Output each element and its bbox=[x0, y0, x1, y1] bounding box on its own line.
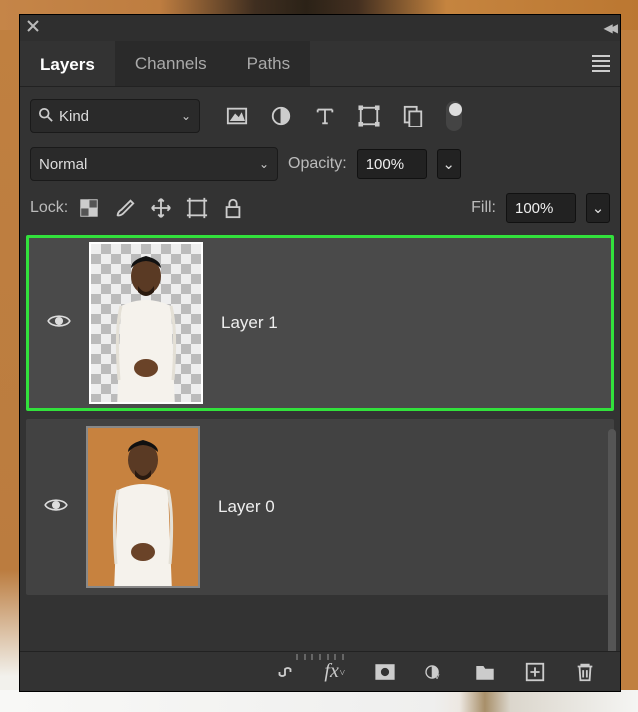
blend-mode-dropdown[interactable]: Normal ⌄ bbox=[30, 147, 278, 181]
layer-name: Layer 1 bbox=[221, 313, 278, 333]
adjustment-layer-icon[interactable]: ˅ bbox=[424, 661, 446, 683]
panel-menu-icon[interactable] bbox=[592, 55, 610, 72]
group-icon[interactable] bbox=[474, 661, 496, 683]
link-layers-icon[interactable] bbox=[274, 661, 296, 683]
fill-stepper[interactable]: ⌄ bbox=[586, 193, 610, 223]
trash-icon[interactable] bbox=[574, 661, 596, 683]
filter-kind-dropdown[interactable]: Kind ⌄ bbox=[30, 99, 200, 133]
tab-paths[interactable]: Paths bbox=[227, 41, 310, 86]
new-layer-icon[interactable] bbox=[524, 661, 546, 683]
blend-mode-value: Normal bbox=[39, 156, 87, 173]
chevron-down-icon: ⌄ bbox=[259, 157, 269, 171]
filter-shape-icon[interactable] bbox=[358, 105, 380, 127]
search-icon bbox=[39, 108, 53, 125]
opacity-label: Opacity: bbox=[288, 155, 347, 173]
filter-pixel-icon[interactable] bbox=[226, 105, 248, 127]
collapse-icon[interactable]: ◀◀ bbox=[604, 21, 614, 35]
fill-input[interactable]: 100% bbox=[506, 193, 576, 223]
layer-thumbnail[interactable] bbox=[86, 426, 200, 588]
filter-kind-label: Kind bbox=[59, 108, 89, 125]
close-icon[interactable] bbox=[26, 19, 40, 37]
fill-label: Fill: bbox=[471, 199, 496, 217]
tab-layers[interactable]: Layers bbox=[20, 41, 115, 86]
lock-label: Lock: bbox=[30, 199, 68, 217]
layer-thumbnail[interactable] bbox=[89, 242, 203, 404]
opacity-stepper[interactable]: ⌄ bbox=[437, 149, 461, 179]
layer-row[interactable]: Layer 1 bbox=[26, 235, 614, 411]
lock-transparent-icon[interactable] bbox=[78, 197, 100, 219]
visibility-toggle-icon[interactable] bbox=[43, 492, 69, 522]
layers-panel: ◀◀ Layers Channels Paths Kind ⌄ bbox=[19, 14, 621, 692]
layer-row[interactable]: Layer 0 bbox=[26, 419, 614, 595]
layer-mask-icon[interactable] bbox=[374, 661, 396, 683]
filter-smart-icon[interactable] bbox=[402, 105, 424, 127]
filter-type-icon[interactable] bbox=[314, 105, 336, 127]
lock-position-icon[interactable] bbox=[150, 197, 172, 219]
lock-brush-icon[interactable] bbox=[114, 197, 136, 219]
lock-artboard-icon[interactable] bbox=[186, 197, 208, 219]
tab-channels[interactable]: Channels bbox=[115, 41, 227, 86]
layer-fx-icon[interactable]: fx˅ bbox=[324, 661, 346, 683]
chevron-down-icon: ⌄ bbox=[181, 109, 191, 123]
filter-toggle[interactable] bbox=[446, 101, 462, 131]
resize-grabber-icon[interactable] bbox=[296, 654, 344, 660]
lock-all-icon[interactable] bbox=[222, 197, 244, 219]
opacity-input[interactable]: 100% bbox=[357, 149, 427, 179]
visibility-toggle-icon[interactable] bbox=[46, 308, 72, 338]
layer-name: Layer 0 bbox=[218, 497, 275, 517]
filter-adjustment-icon[interactable] bbox=[270, 105, 292, 127]
